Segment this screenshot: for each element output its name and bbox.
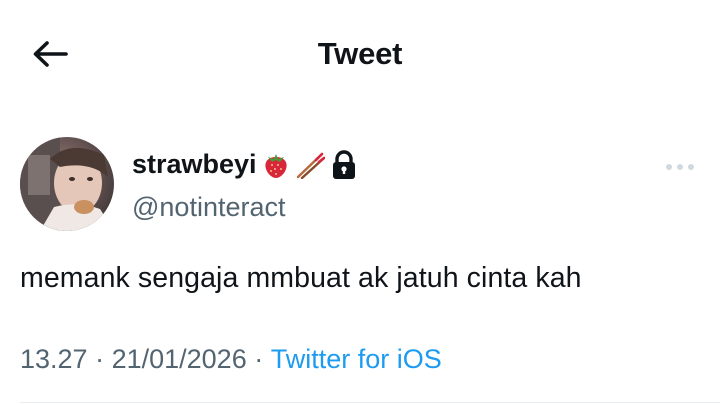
strawberry-icon xyxy=(263,151,289,179)
tweet-metadata: 13.27 · 21/01/2026 · Twitter for iOS xyxy=(20,344,442,375)
user-handle[interactable]: @notinteract xyxy=(132,192,285,223)
avatar[interactable] xyxy=(20,137,114,231)
separator-dot: · xyxy=(87,344,112,374)
chopsticks-icon xyxy=(295,151,325,179)
tweet-source-link[interactable]: Twitter for iOS xyxy=(271,344,442,375)
avatar-photo xyxy=(20,137,114,231)
divider xyxy=(20,402,720,403)
tweet-text: memank sengaja mmbuat ak jatuh cinta kah xyxy=(20,262,582,294)
more-horizontal-icon xyxy=(666,164,694,170)
tweet-time[interactable]: 13.27 xyxy=(20,344,88,375)
more-options-button[interactable] xyxy=(660,155,700,179)
page-title: Tweet xyxy=(317,36,403,71)
top-bar: Tweet xyxy=(0,0,720,106)
tweet-author: strawbeyi @notinteract xyxy=(20,137,700,233)
name-row: strawbeyi xyxy=(132,149,357,180)
lock-icon xyxy=(331,149,357,180)
display-name[interactable]: strawbeyi xyxy=(132,149,257,180)
tweet-date[interactable]: 21/01/2026 xyxy=(112,344,247,375)
separator-dot: · xyxy=(246,344,271,374)
